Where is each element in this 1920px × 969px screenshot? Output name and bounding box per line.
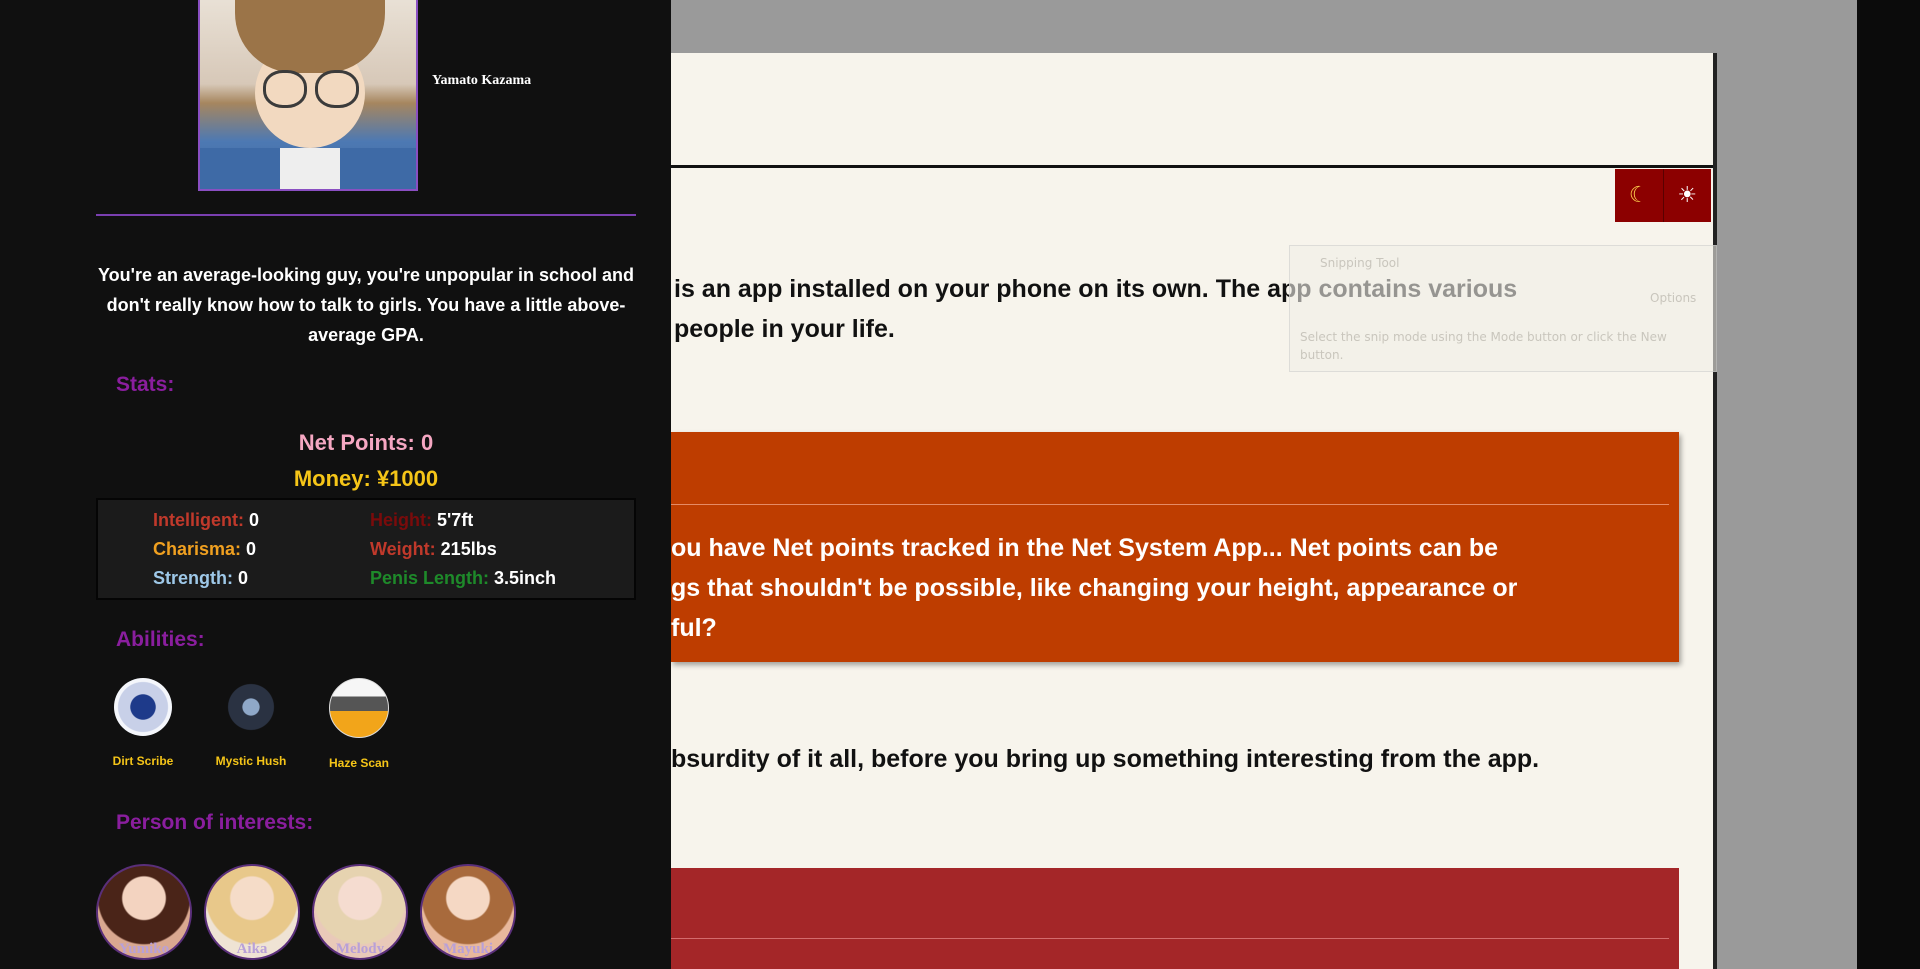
stat-value: 215lbs bbox=[440, 539, 497, 559]
dark-mode-button[interactable]: ☾ bbox=[1615, 169, 1664, 222]
stats-grid: Intelligent: 0 Height: 5'7ft Charisma: 0… bbox=[96, 498, 636, 600]
stat-charisma: Charisma: 0 bbox=[153, 539, 256, 560]
money: Money: ¥1000 bbox=[293, 466, 439, 491]
stat-label: Penis Length: bbox=[370, 568, 490, 588]
ability-name: Mystic Hush bbox=[215, 754, 287, 768]
snipping-tool-title: Snipping Tool bbox=[1320, 256, 1400, 270]
person-avatar-mayuki[interactable]: Mayuki bbox=[420, 864, 516, 960]
helmet-emblem-icon bbox=[329, 678, 389, 738]
orange-box-divider bbox=[671, 504, 1669, 505]
stat-label: Weight: bbox=[370, 539, 436, 559]
light-mode-button[interactable]: ☀ bbox=[1664, 169, 1712, 222]
stat-strength: Strength: 0 bbox=[153, 568, 248, 589]
person-avatar-melody[interactable]: Melody bbox=[312, 864, 408, 960]
ability-haze-scan[interactable]: Haze Scan bbox=[304, 678, 414, 770]
stat-label: Height: bbox=[370, 510, 432, 530]
snipping-tool-options[interactable]: Options bbox=[1650, 291, 1696, 305]
stat-value: 0 bbox=[249, 510, 260, 530]
moon-icon: ☾ bbox=[1628, 183, 1649, 208]
abilities-title: Abilities: bbox=[116, 628, 205, 651]
sun-icon: ☀ bbox=[1677, 183, 1698, 208]
stat-weight: Weight: 215lbs bbox=[370, 539, 497, 560]
person-avatar-yumiko[interactable]: Yumiko bbox=[96, 864, 192, 960]
orange-box-text: ou have Net points tracked in the Net Sy… bbox=[671, 528, 1671, 648]
page-header bbox=[671, 53, 1713, 168]
orange-line-1: ou have Net points tracked in the Net Sy… bbox=[671, 534, 1499, 562]
character-portrait bbox=[198, 0, 418, 191]
character-description: You're an average-looking guy, you're un… bbox=[98, 265, 634, 345]
snipping-tool-help: Select the snip mode using the Mode butt… bbox=[1300, 330, 1667, 362]
character-name: Yamato Kazama bbox=[432, 73, 532, 88]
poi-title: Person of interests: bbox=[116, 811, 314, 834]
stat-intelligent: Intelligent: 0 bbox=[153, 510, 259, 531]
person-name: Aika bbox=[236, 941, 268, 957]
stat-label: Charisma: bbox=[153, 539, 242, 559]
person-name: Mayuki bbox=[442, 941, 493, 957]
person-name: Yumiko bbox=[118, 941, 170, 957]
stat-value: 5'7ft bbox=[437, 510, 474, 530]
orange-line-2: gs that shouldn't be possible, like chan… bbox=[671, 574, 1518, 602]
story-page: ☾ ☀ is an app installed on your phone on… bbox=[671, 53, 1717, 969]
stat-label: Intelligent: bbox=[153, 510, 244, 530]
net-points: Net Points: 0 bbox=[298, 430, 434, 455]
red-choice-box[interactable] bbox=[671, 868, 1679, 969]
red-box-divider bbox=[671, 938, 1669, 939]
mid-paragraph: bsurdity of it all, before you bring up … bbox=[671, 745, 1540, 773]
mystic-emblem-icon bbox=[222, 678, 280, 736]
stat-value: 0 bbox=[246, 539, 257, 559]
theme-toggle: ☾ ☀ bbox=[1615, 169, 1711, 222]
person-avatar-aika[interactable]: Aika bbox=[204, 864, 300, 960]
compass-emblem-icon bbox=[114, 678, 172, 736]
orange-line-3: ful? bbox=[671, 614, 717, 642]
snipping-tool-overlay: Snipping Tool Options Select the snip mo… bbox=[1289, 245, 1717, 372]
stat-value: 3.5inch bbox=[494, 568, 557, 588]
right-black-border bbox=[1857, 0, 1920, 969]
person-name: Melody bbox=[335, 941, 385, 957]
ability-name: Haze Scan bbox=[328, 756, 390, 770]
orange-choice-box[interactable]: ou have Net points tracked in the Net Sy… bbox=[671, 432, 1679, 662]
ability-mystic-hush[interactable]: Mystic Hush bbox=[196, 678, 306, 768]
stat-penis-length: Penis Length: 3.5inch bbox=[370, 568, 556, 589]
stat-label: Strength: bbox=[153, 568, 233, 588]
stat-height: Height: 5'7ft bbox=[370, 510, 473, 531]
ability-name: Dirt Scribe bbox=[112, 754, 174, 768]
sidebar-divider bbox=[96, 214, 636, 216]
ability-dirt-scribe[interactable]: Dirt Scribe bbox=[88, 678, 198, 768]
stats-title: Stats: bbox=[116, 373, 175, 396]
character-sidebar: Yamato Kazama You're an average-looking … bbox=[0, 0, 671, 969]
stat-value: 0 bbox=[238, 568, 249, 588]
